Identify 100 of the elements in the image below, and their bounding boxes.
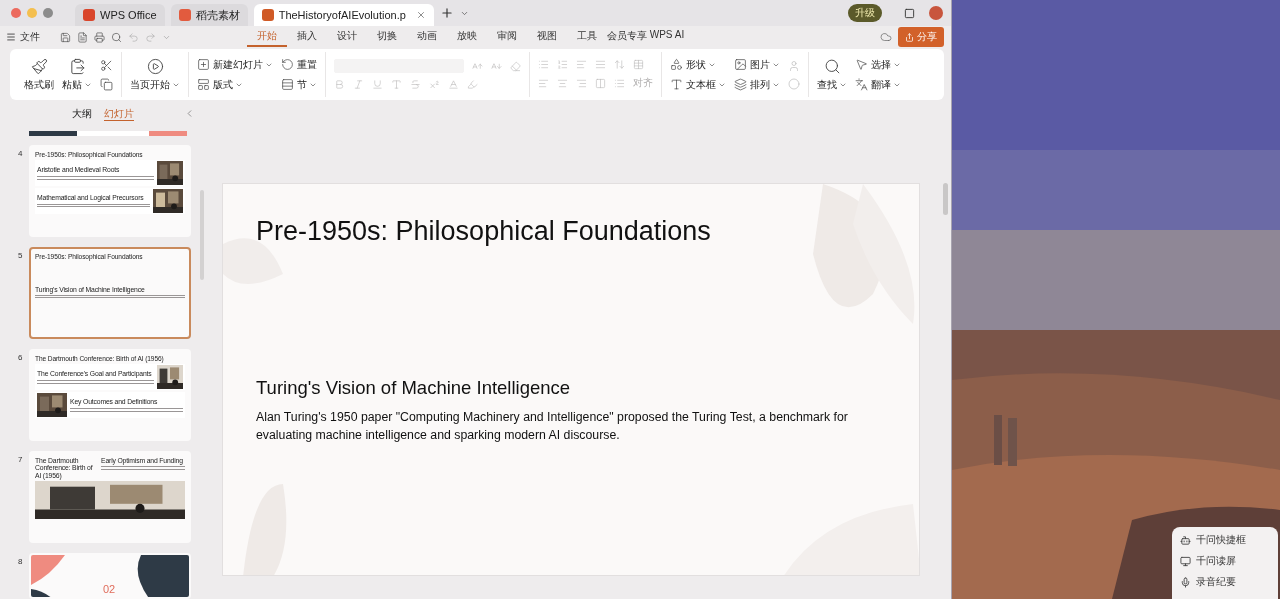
ribbon-button[interactable]: 版式 (197, 77, 273, 92)
strikethrough-icon[interactable] (410, 79, 421, 90)
avatar-icon[interactable] (929, 6, 943, 20)
ribbon-button[interactable]: 节 (281, 77, 317, 92)
text-box-icon (670, 78, 683, 91)
align-left-icon[interactable] (576, 59, 587, 70)
italic-icon[interactable] (353, 79, 364, 90)
save-icon[interactable] (60, 31, 71, 43)
eraser-icon[interactable] (510, 60, 521, 72)
numbered-list-icon[interactable] (557, 59, 568, 70)
ribbon-tab[interactable]: 开始 (247, 27, 287, 47)
font-color-icon[interactable] (448, 79, 459, 90)
ribbon-tab[interactable]: 会员专享 (607, 27, 647, 47)
reset-icon (281, 58, 294, 71)
app-logo-icon (83, 9, 95, 21)
circle-icon[interactable] (788, 77, 800, 90)
columns-icon[interactable] (595, 77, 606, 89)
ribbon-tab[interactable]: 切换 (367, 27, 407, 47)
cloud-icon[interactable] (880, 31, 892, 43)
file-menu[interactable]: 文件 (6, 30, 40, 44)
highlighter-icon[interactable] (467, 79, 478, 90)
thumbnail-title: 02 (103, 583, 116, 595)
upgrade-button[interactable]: 升级 (848, 4, 882, 22)
slide-heading: Turing's Vision of Machine Intelligence (256, 377, 571, 399)
list-icon[interactable] (614, 77, 625, 89)
align-center-icon[interactable] (557, 77, 568, 89)
translate-icon (855, 78, 868, 91)
presentation-file-icon (261, 9, 274, 21)
superscript-icon[interactable] (429, 79, 440, 90)
new-tab-icon[interactable] (439, 6, 454, 20)
ribbon-button[interactable]: 当页开始 (130, 57, 180, 92)
document-tab[interactable]: WPS Office (75, 4, 165, 26)
redo-icon[interactable] (145, 31, 156, 43)
panel-tab[interactable]: 大纲 (71, 107, 92, 121)
export-icon[interactable] (77, 31, 88, 43)
ribbon-button[interactable]: 文本框 (670, 77, 726, 92)
ribbon-button[interactable]: 格式刷 (24, 57, 54, 92)
copy-icon[interactable] (100, 77, 113, 91)
ribbon-tab[interactable]: 动画 (407, 27, 447, 47)
clipboard-icon (68, 57, 86, 75)
ribbon-button[interactable]: 新建幻灯片 (197, 57, 273, 72)
paintbrush-icon (30, 57, 48, 75)
menu-item[interactable]: 录音纪要 (1180, 575, 1270, 589)
document-tab[interactable]: 稻壳素材 (170, 4, 248, 26)
ribbon-button[interactable]: 查找 (817, 57, 847, 92)
menu-item[interactable]: 千问快捷框 (1180, 533, 1270, 547)
text-shadow-icon[interactable] (391, 79, 402, 90)
align-justify-icon[interactable] (595, 59, 606, 70)
shrink-font-icon[interactable] (491, 60, 502, 72)
share-button[interactable]: 分享 (898, 27, 944, 47)
table-icon[interactable] (633, 59, 644, 70)
ribbon-tab[interactable]: 设计 (327, 27, 367, 47)
document-tab[interactable]: TheHistoryofAIEvolution.p (253, 4, 434, 26)
store-icon (178, 9, 191, 21)
ribbon-tab[interactable]: 插入 (287, 27, 327, 47)
print-icon[interactable] (94, 31, 105, 43)
ribbon-button[interactable]: 形状 (670, 57, 726, 72)
underline-icon[interactable] (372, 79, 383, 90)
line-spacing-icon[interactable] (614, 59, 625, 70)
shapes-icon (670, 58, 683, 71)
ribbon-tab[interactable]: 工具 (567, 27, 607, 47)
ribbon-button[interactable]: 选择 (855, 57, 901, 72)
slide-number: 6 (18, 353, 24, 364)
bullet-list-icon[interactable] (538, 59, 549, 70)
align-right-icon[interactable] (576, 77, 587, 89)
panel-tab[interactable]: 幻灯片 (103, 107, 134, 121)
slide-body-text: Alan Turing's 1950 paper "Computing Machinery and Intelligence" proposed the Turing Test, a benchmark for evaluating machine intelligence and sparking modern AI discourse. (256, 409, 849, 444)
bold-icon[interactable] (334, 79, 345, 90)
monitor-icon (1180, 555, 1191, 567)
leaf-shape (223, 238, 283, 284)
slide-number: 7 (18, 455, 24, 466)
align-left-icon[interactable] (538, 77, 549, 89)
cut-icon[interactable] (100, 58, 113, 72)
layers-icon (734, 78, 747, 91)
slide-title: Pre-1950s: Philosophical Foundations (256, 216, 711, 247)
bot-icon (1180, 534, 1191, 546)
window-icon[interactable] (904, 7, 915, 19)
ribbon-tab[interactable]: 视图 (527, 27, 567, 47)
layout-icon (197, 78, 210, 91)
window-controls-drawing (11, 8, 53, 18)
pointer-icon (855, 58, 868, 71)
ribbon-tab[interactable]: 放映 (447, 27, 487, 47)
menu-item[interactable]: 千问读屏 (1180, 554, 1270, 568)
microphone-icon (1180, 576, 1191, 588)
ribbon-button[interactable]: 图片 (734, 57, 780, 72)
undo-icon[interactable] (128, 31, 139, 43)
ribbon-button[interactable]: 粘贴 (62, 57, 92, 92)
slide-number: 5 (18, 251, 24, 262)
section-icon (281, 78, 294, 91)
ribbon-tab[interactable]: 审阅 (487, 27, 527, 47)
search-icon (823, 57, 841, 75)
slide-number: 8 (18, 557, 24, 568)
person-icon[interactable] (788, 59, 800, 72)
ribbon-button[interactable]: 翻译 (855, 77, 901, 92)
grow-font-icon[interactable] (472, 60, 483, 72)
ribbon-button[interactable]: 排列 (734, 77, 780, 92)
ribbon-tab[interactable]: WPS AI (647, 27, 687, 47)
search-icon[interactable] (111, 31, 122, 43)
ribbon-button[interactable]: 重置 (281, 57, 317, 72)
close-icon[interactable] (415, 10, 426, 20)
